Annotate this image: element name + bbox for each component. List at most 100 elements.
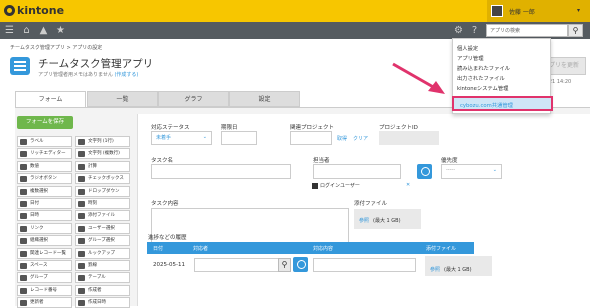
field-part-label: ラジオボタン: [30, 176, 57, 182]
gear-icon[interactable]: ⚙: [453, 25, 464, 36]
history-user-input[interactable]: [194, 258, 290, 272]
clear-link[interactable]: クリア: [353, 135, 368, 142]
field-part[interactable]: 文字列 (1行): [75, 136, 130, 147]
menu-icon[interactable]: ☰: [4, 25, 15, 36]
search-icon[interactable]: ⚲: [568, 24, 583, 37]
history-content-input[interactable]: [313, 258, 416, 272]
task-input[interactable]: [151, 164, 291, 179]
user-icon: [312, 183, 318, 189]
field-part[interactable]: ユーザー選択: [75, 222, 130, 234]
tab-form[interactable]: フォーム: [15, 91, 86, 107]
field-part-icon: [78, 300, 85, 307]
field-part[interactable]: 罫線: [75, 260, 130, 271]
field-part[interactable]: チェックボックス: [75, 173, 130, 185]
field-part-icon: [20, 188, 27, 195]
save-form-button[interactable]: フォームを保存: [17, 116, 73, 129]
content-label: タスク内容: [151, 201, 179, 207]
app-icon: [10, 57, 30, 75]
field-part[interactable]: ラベル: [17, 136, 72, 147]
field-part-label: グループ: [30, 275, 48, 281]
assignee-input[interactable]: [313, 164, 401, 179]
field-part[interactable]: 関連レコード一覧: [17, 247, 72, 259]
user-select-icon[interactable]: [293, 257, 308, 272]
field-part[interactable]: 計算: [75, 160, 130, 172]
field-part[interactable]: ルックアップ: [75, 247, 130, 259]
home-icon[interactable]: ⌂: [21, 25, 32, 36]
field-part-icon: [78, 213, 85, 220]
field-part-icon: [78, 225, 85, 232]
user-menu[interactable]: 佐藤 一郎 ▾: [487, 0, 590, 22]
app-memo: アプリ管理者用メモはありません (作成する): [38, 71, 138, 78]
field-part-label: チェックボックス: [88, 176, 124, 182]
field-part[interactable]: 数値: [17, 160, 72, 172]
field-part[interactable]: 更新者: [17, 297, 72, 308]
field-part-label: 複数選択: [30, 188, 48, 194]
field-part[interactable]: 複数選択: [17, 185, 72, 197]
tab-graph[interactable]: グラフ: [158, 91, 229, 107]
field-part-icon: [20, 213, 27, 220]
field-part[interactable]: 添付ファイル: [75, 210, 130, 222]
field-part[interactable]: ラジオボタン: [17, 173, 72, 185]
project-label: 関連プロジェクト: [290, 125, 335, 131]
history-col-user: 対応者: [193, 246, 209, 252]
priority-dropdown[interactable]: ----- ⌄: [441, 164, 502, 179]
status-dropdown[interactable]: 未着手 ⌄: [151, 131, 212, 145]
page-title: チームタスク管理アプリ: [38, 58, 154, 70]
kintone-logo[interactable]: kintone: [4, 4, 64, 17]
login-user-chip: ログインユーザー ✕: [312, 182, 412, 191]
field-part-label: ラベル: [30, 139, 44, 144]
field-part[interactable]: 作成日時: [75, 297, 130, 308]
field-part[interactable]: 組織選択: [17, 235, 72, 247]
field-part[interactable]: リッチエディター: [17, 148, 72, 160]
field-part-icon: [78, 275, 85, 282]
avatar: [491, 5, 503, 17]
field-part-icon: [20, 250, 27, 257]
star-icon[interactable]: ★: [55, 25, 66, 36]
menu-kintone-system-admin[interactable]: kintoneシステム管理: [457, 84, 508, 92]
field-part[interactable]: 作成者: [75, 284, 130, 296]
menu-imported-files[interactable]: 読み込まれたファイル: [457, 64, 510, 72]
menu-exported-files[interactable]: 出力されたファイル: [457, 74, 505, 82]
field-part[interactable]: グループ: [17, 272, 72, 284]
help-icon[interactable]: ?: [469, 25, 480, 36]
field-part[interactable]: レコード番号: [17, 284, 72, 296]
close-icon[interactable]: ✕: [406, 182, 410, 188]
history-table-header: 日付 対応者 対応内容 添付ファイル: [147, 242, 474, 254]
fetch-link[interactable]: 取得: [337, 135, 347, 142]
memo-text: アプリ管理者用メモはありません: [38, 72, 113, 78]
history-max-size: (最大 1 GB): [444, 267, 472, 273]
field-part[interactable]: リンク: [17, 222, 72, 234]
project-input[interactable]: [290, 131, 332, 145]
field-part[interactable]: ドロップダウン: [75, 185, 130, 197]
field-part[interactable]: 文字列 (複数行): [75, 148, 130, 160]
field-part-icon: [20, 163, 27, 170]
field-part[interactable]: 日時: [17, 210, 72, 222]
menu-personal-settings[interactable]: 個人設定: [457, 44, 478, 52]
app-search-input[interactable]: アプリの検索: [486, 24, 568, 37]
field-part[interactable]: スペース: [17, 260, 72, 271]
menu-cybozu-admin[interactable]: cybozu.com共通管理: [452, 96, 553, 111]
field-part-icon: [78, 250, 85, 257]
field-part-label: スペース: [30, 263, 48, 268]
field-part[interactable]: 日付: [17, 198, 72, 209]
history-browse-link[interactable]: 参照: [430, 266, 440, 273]
menu-app-management[interactable]: アプリ管理: [457, 54, 484, 62]
search-icon[interactable]: ⚲: [278, 258, 291, 272]
field-part-label: ユーザー選択: [88, 225, 115, 231]
memo-create-link[interactable]: (作成する): [114, 72, 138, 78]
tab-list[interactable]: 一覧: [87, 91, 158, 107]
tab-settings[interactable]: 設定: [229, 91, 300, 107]
bell-icon[interactable]: ▲: [38, 25, 49, 36]
field-part[interactable]: 時刻: [75, 198, 130, 209]
field-part[interactable]: テーブル: [75, 272, 130, 284]
user-select-icon[interactable]: [417, 164, 432, 179]
form-canvas: 対応ステータス 未着手 ⌄ 期限日 関連プロジェクト 取得 クリア プロジェクトI…: [137, 114, 590, 306]
status-label: 対応ステータス: [151, 125, 190, 131]
browse-link[interactable]: 参照: [359, 217, 369, 224]
field-part-icon: [20, 176, 27, 183]
history-label: 進捗などの履歴: [148, 235, 187, 241]
field-part[interactable]: グループ選択: [75, 235, 130, 247]
field-part-label: 関連レコード一覧: [30, 250, 66, 256]
due-date-input[interactable]: [221, 131, 257, 145]
field-part-icon: [78, 139, 85, 145]
